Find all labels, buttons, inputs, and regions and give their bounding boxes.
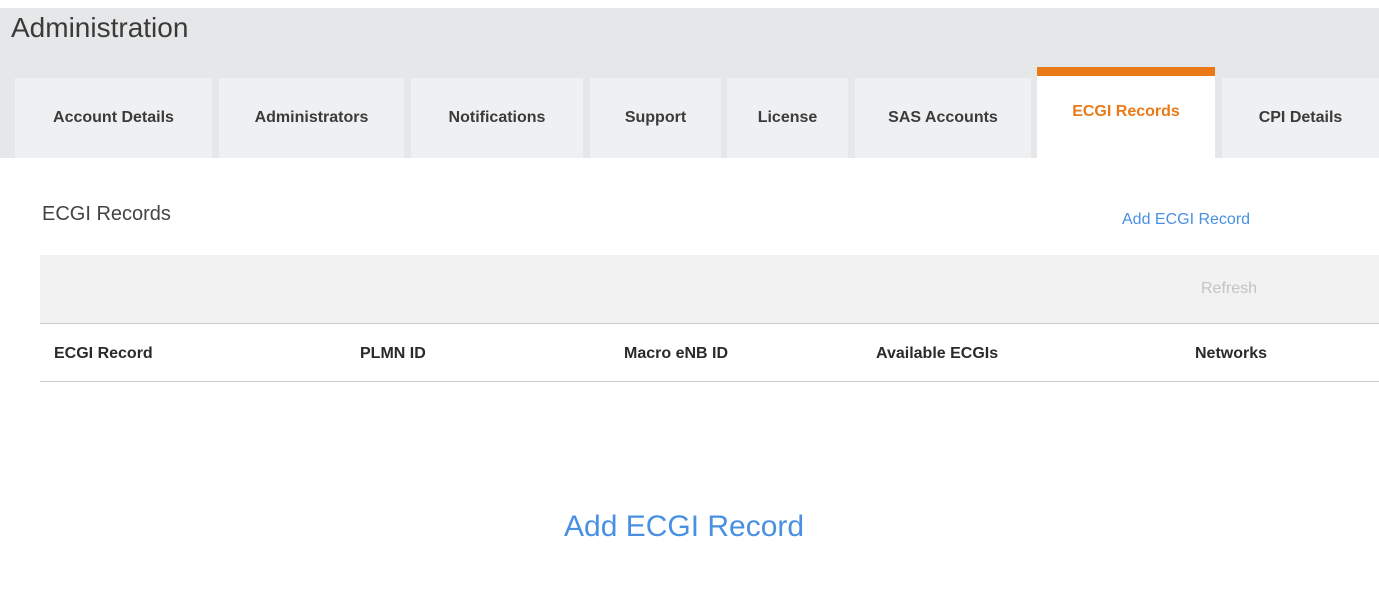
column-header-plmn-id[interactable]: PLMN ID xyxy=(360,345,426,363)
tab-support[interactable]: Support xyxy=(590,78,721,158)
column-header-available-ecgis[interactable]: Available ECGIs xyxy=(876,345,998,363)
section-title: ECGI Records xyxy=(42,203,171,225)
add-ecgi-record-link[interactable]: Add ECGI Record xyxy=(1122,211,1250,229)
admin-header: Administration Account Details Administr… xyxy=(0,8,1379,158)
tab-ecgi-records[interactable]: ECGI Records xyxy=(1037,67,1215,158)
tab-sas-accounts[interactable]: SAS Accounts xyxy=(855,78,1031,158)
column-header-macro-enb-id[interactable]: Macro eNB ID xyxy=(624,345,728,363)
refresh-button[interactable]: Refresh xyxy=(1201,280,1257,298)
page-title: Administration xyxy=(11,12,189,43)
add-ecgi-record-cta[interactable]: Add ECGI Record xyxy=(564,510,804,544)
column-header-ecgi-record[interactable]: ECGI Record xyxy=(54,345,153,363)
column-header-networks[interactable]: Networks xyxy=(1195,345,1267,363)
table-header: ECGI Record PLMN ID Macro eNB ID Availab… xyxy=(40,324,1379,382)
tab-cpi-details[interactable]: CPI Details xyxy=(1222,78,1379,158)
tab-administrators[interactable]: Administrators xyxy=(219,78,404,158)
tab-notifications[interactable]: Notifications xyxy=(411,78,583,158)
tab-license[interactable]: License xyxy=(727,78,848,158)
table-toolbar: Refresh xyxy=(40,255,1379,324)
ecgi-records-panel: ECGI Records Add ECGI Record Refresh ECG… xyxy=(0,158,1379,596)
tab-account-details[interactable]: Account Details xyxy=(15,78,212,158)
